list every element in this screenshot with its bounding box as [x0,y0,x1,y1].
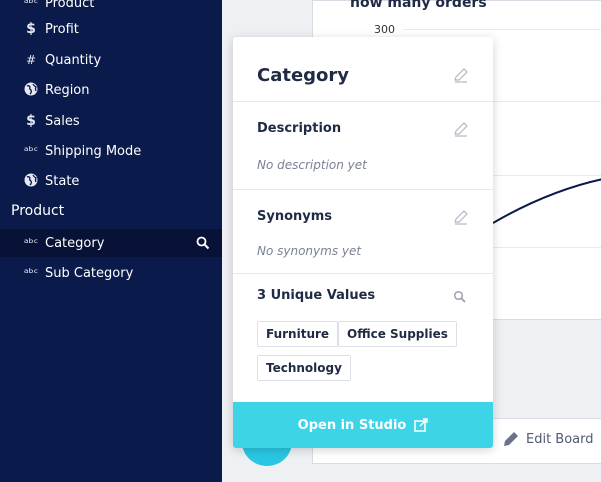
sidebar-item-sales[interactable]: $ Sales [0,107,222,135]
open-in-studio-label: Open in Studio [297,417,407,433]
description-heading: Description [257,121,342,136]
dollar-icon: $ [26,21,36,37]
sidebar-item-label: Category [45,235,105,251]
sidebar-item-label: Quantity [45,52,102,68]
value-chip[interactable]: Furniture [257,321,339,347]
edit-description-icon[interactable] [453,121,469,137]
edit-board-button[interactable]: Edit Board [502,430,594,448]
synonyms-heading: Synonyms [257,209,333,224]
sidebar-section-title: Product [11,203,65,219]
open-in-studio-button[interactable]: Open in Studio [233,402,493,448]
synonyms-empty: No synonyms yet [257,244,362,258]
field-details-popover: Category Description No description yet … [233,37,493,448]
sidebar-item-label: Profit [45,21,79,37]
popover-title: Category [257,65,350,86]
sidebar-item-label: State [45,173,80,189]
dollar-icon: $ [26,113,36,129]
divider [233,189,493,190]
sidebar-item-label: Shipping Mode [45,143,142,159]
divider [233,101,493,102]
sidebar-item-region[interactable]: Region [0,76,222,104]
sidebar-item-category[interactable]: ᵃᵇᶜ Category [0,229,222,257]
abc-icon: ᵃᵇᶜ [23,144,39,158]
unique-values-heading: 3 Unique Values [257,288,376,303]
sidebar-item-label: Sub Category [45,265,134,281]
sidebar: ᵃᵇᶜ Product $ Profit # Quantity Region $… [0,0,222,482]
chart-title: how many orders [350,0,487,11]
hash-icon: # [25,53,37,67]
sidebar-item-state[interactable]: State [0,167,222,195]
sidebar-item-quantity[interactable]: # Quantity [0,46,222,74]
value-chip[interactable]: Technology [257,355,351,381]
line-series [493,178,601,224]
sidebar-item-label: Product [45,0,95,11]
edit-title-icon[interactable] [453,67,469,83]
search-icon[interactable] [196,236,210,250]
abc-icon: ᵃᵇᶜ [23,236,39,250]
pencil-icon [504,432,518,446]
gridline [403,29,601,30]
sidebar-item-shipping-mode[interactable]: ᵃᵇᶜ Shipping Mode [0,137,222,165]
edit-synonyms-icon[interactable] [453,209,469,225]
abc-icon: ᵃᵇᶜ [23,0,39,10]
divider [233,273,493,274]
external-link-icon [414,418,429,432]
sidebar-item-label: Region [45,82,90,98]
edit-board-label: Edit Board [526,431,594,447]
sidebar-item-label: Sales [45,113,80,129]
axis-tick-label: 300 [374,23,395,36]
description-empty: No description yet [257,158,367,172]
sidebar-item-profit[interactable]: $ Profit [0,15,222,43]
sidebar-item-sub-category[interactable]: ᵃᵇᶜ Sub Category [0,259,222,287]
value-chip[interactable]: Office Supplies [338,321,457,347]
search-values-icon[interactable] [453,289,469,305]
abc-icon: ᵃᵇᶜ [23,266,39,280]
globe-icon [23,173,39,190]
globe-icon [23,82,39,99]
